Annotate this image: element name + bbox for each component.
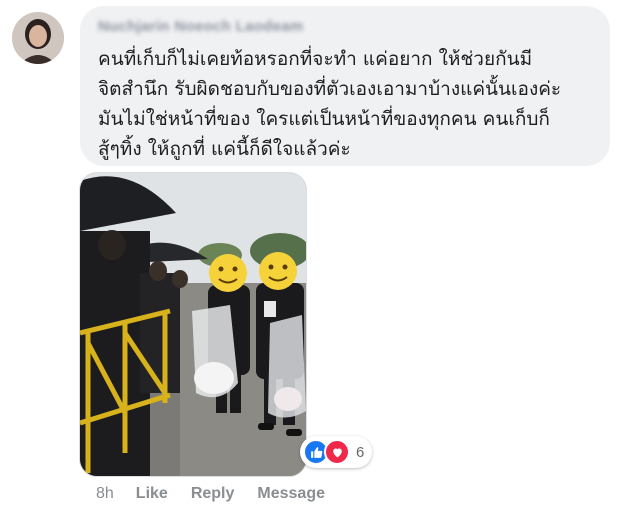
reactions-summary[interactable]: 6 xyxy=(300,436,373,468)
message-button[interactable]: Message xyxy=(257,485,325,503)
comment-text-line: จิตสำนึก รับผิดชอบกับของที่ตัวเองเอามาบ้… xyxy=(98,78,562,100)
like-button[interactable]: Like xyxy=(136,485,168,503)
comment-text-line: มันไม่ใช่หน้าที่ของ ใครแต่เป็นหน้าที่ของ… xyxy=(98,108,550,130)
comment-text: คนที่เก็บก็ไม่เคยท้อหรอกที่จะทำ แค่อยาก … xyxy=(98,44,592,164)
comment-photo[interactable] xyxy=(79,172,307,477)
photo-scene xyxy=(80,173,306,476)
love-icon xyxy=(324,439,350,465)
avatar-photo xyxy=(12,12,64,64)
reply-button[interactable]: Reply xyxy=(191,485,235,503)
comment-timestamp[interactable]: 8h xyxy=(96,485,114,503)
comment-actions: 8h Like Reply Message xyxy=(96,482,348,506)
comment-bubble: Nuchjarin Noeoch Laodeam คนที่เก็บก็ไม่เ… xyxy=(80,6,610,166)
comment-text-line: สู้ๆทิ้ง ให้ถูกที่ แค่นี้ก็ดีใจแล้วค่ะ xyxy=(98,138,351,160)
reaction-count: 6 xyxy=(356,443,365,461)
comment-author-name[interactable]: Nuchjarin Noeoch Laodeam xyxy=(98,16,592,38)
commenter-avatar[interactable] xyxy=(12,12,64,64)
comment-text-line: คนที่เก็บก็ไม่เคยท้อหรอกที่จะทำ แค่อยาก … xyxy=(98,48,533,70)
